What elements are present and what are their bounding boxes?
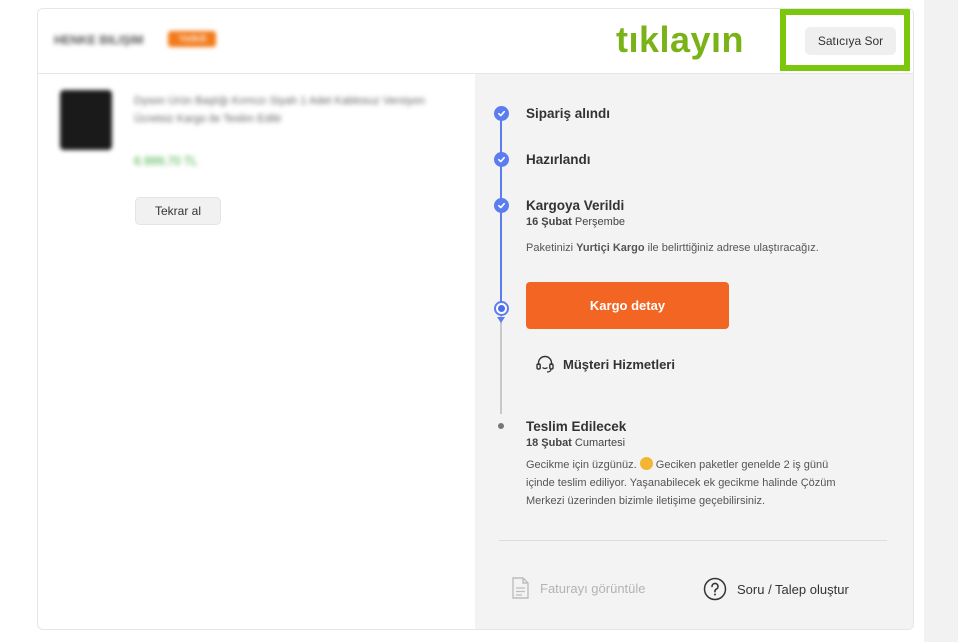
product-panel: Dyson Ürün Başlığı Kırmızı Siyah 1 Adet … (38, 74, 475, 629)
order-card: HENKE BILIŞIM Yetkili tıklayın Satıcıya … (37, 8, 914, 630)
current-position-icon (494, 301, 509, 316)
delivery-date: 18 Şubat Cumartesi (526, 437, 626, 449)
customer-service-link[interactable]: Müşteri Hizmetleri (535, 354, 675, 374)
step-title: Sipariş alındı (526, 106, 611, 121)
step-title: Hazırlandı (526, 152, 591, 167)
step-complete-icon (494, 106, 509, 121)
sad-face-icon (639, 457, 653, 470)
shipping-info: Paketinizi Yurtiçi Kargo ile belirttiğin… (526, 242, 819, 254)
product-image[interactable] (60, 90, 112, 150)
delay-message: Gecikme için üzgünüz. Geciken paketler g… (526, 457, 836, 507)
question-icon (703, 577, 727, 601)
delivery-title: Teslim Edilecek (526, 419, 627, 434)
timeline-line-pending (500, 314, 502, 414)
ask-seller-button[interactable]: Satıcıya Sor (805, 27, 896, 55)
step-date: 16 Şubat Perşembe (526, 216, 626, 228)
hint-annotation: tıklayın (616, 19, 745, 60)
seller-badge: Yetkili (168, 31, 217, 47)
order-status-panel: Sipariş alındı Hazırlandı Kargoya Verild… (475, 74, 913, 629)
rebuy-button[interactable]: Tekrar al (135, 197, 221, 225)
seller-name[interactable]: HENKE BILIŞIM (54, 33, 143, 47)
pending-step-icon (498, 423, 504, 429)
headset-icon (536, 355, 554, 373)
cargo-detail-button[interactable]: Kargo detay (526, 282, 729, 329)
card-header: HENKE BILIŞIM Yetkili tıklayın Satıcıya … (38, 9, 913, 74)
step-complete-icon (494, 198, 509, 213)
divider (499, 540, 887, 541)
invoice-label: Faturayı görüntüle (540, 580, 646, 596)
customer-service-label: Müşteri Hizmetleri (563, 356, 675, 372)
view-invoice-button[interactable]: Faturayı görüntüle (510, 577, 646, 599)
step-complete-icon (494, 152, 509, 167)
request-label: Soru / Talep oluştur (737, 581, 849, 597)
create-request-button[interactable]: Soru / Talep oluştur (703, 577, 849, 601)
invoice-icon (512, 577, 529, 599)
current-arrow-icon (497, 317, 505, 323)
product-name[interactable]: Dyson Ürün Başlığı Kırmızı Siyah 1 Adet … (134, 92, 464, 128)
step-title: Kargoya Verildi (526, 198, 625, 213)
page-scroll-area (924, 0, 958, 642)
product-price: 6.999,70 TL (134, 154, 198, 168)
